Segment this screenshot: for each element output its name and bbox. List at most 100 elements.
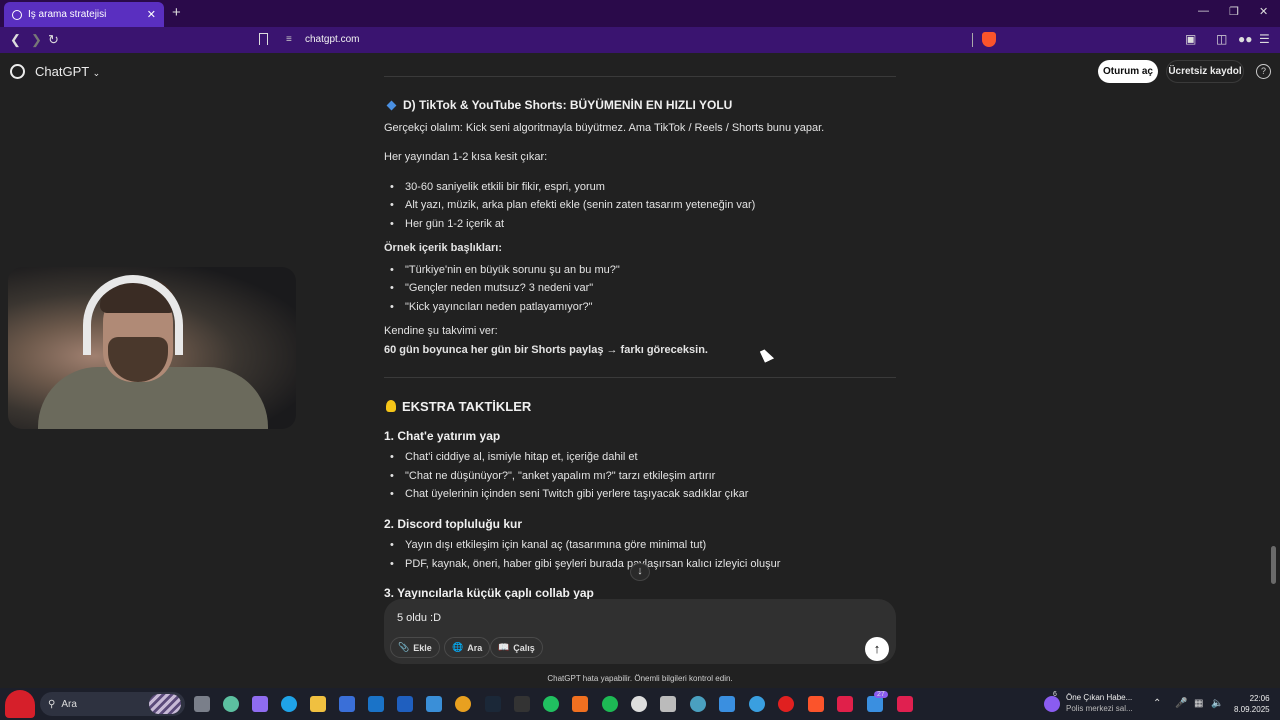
message-composer[interactable]: 5 oldu :D 📎 Ekle 🌐 Ara 📖 Çalış ↑ [384,599,896,664]
browser-icon[interactable] [690,696,706,712]
list-item: Alt yazı, müzik, arka plan efekti ekle (… [390,199,755,211]
chrome-icon[interactable] [455,696,471,712]
new-tab-button[interactable]: + [172,4,181,21]
back-icon[interactable]: ❮ [10,32,21,48]
send-button[interactable]: ↑ [865,637,889,661]
outlook-icon[interactable] [397,696,413,712]
study-button[interactable]: 📖 Çalış [490,637,543,658]
sub1-title: 1. Chat'e yatırım yap [384,429,501,443]
game-icon[interactable] [543,696,559,712]
app-icon[interactable] [897,696,913,712]
mouse-cursor-icon [759,347,775,363]
list-item: Yayın dışı etkileşim için kanal aç (tasa… [390,539,706,551]
microphone-icon[interactable]: 🎤 [1175,698,1187,709]
brave-shields-icon[interactable] [982,32,996,47]
calendar-bold: 60 gün boyunca her gün bir Shorts paylaş… [384,344,708,356]
news-subtitle: Polis merkezi sal... [1066,704,1133,713]
extra-heading: EKSTRA TAKTİKLER [386,399,531,414]
mail-icon[interactable] [368,696,384,712]
app-name: ChatGPT [35,64,89,79]
section-d-title: D) TikTok & YouTube Shorts: BÜYÜMENİN EN… [403,98,733,112]
heart-icon[interactable] [5,690,35,718]
menu-icon[interactable]: ☰ [1259,32,1270,46]
bookmark-icon[interactable] [259,33,268,45]
task-view-icon[interactable] [194,696,210,712]
site-info-icon[interactable]: ≡ [286,34,292,45]
attach-button[interactable]: 📎 Ekle [390,637,440,658]
calculator-icon[interactable] [426,696,442,712]
list-item: "Türkiye'nin en büyük sorunu şu an bu mu… [390,264,620,276]
message-input[interactable]: 5 oldu :D [397,612,441,624]
tab-active[interactable]: İş arama stratejisi ✕ [4,2,164,27]
opera-icon[interactable] [778,696,794,712]
scroll-down-button[interactable]: ↓ [630,563,650,581]
taskbar-search[interactable]: ⚲ Ara [40,692,185,716]
calendar-intro: Kendine şu takvimi ver: [384,325,498,337]
clock[interactable]: 22:06 8.09.2025 [1234,693,1270,715]
blue-diamond-icon [386,100,397,111]
chevron-down-icon: ⌄ [92,68,101,78]
file-explorer-icon[interactable] [310,696,326,712]
list-item: Chat üyelerinin içinden seni Twitch gibi… [390,488,748,500]
section-d-heading: D) TikTok & YouTube Shorts: BÜYÜMENİN EN… [384,98,732,112]
app-icon[interactable] [867,696,883,712]
login-button[interactable]: Oturum aç [1098,60,1158,83]
valorant-icon[interactable] [660,696,676,712]
attach-label: Ekle [413,642,432,653]
chevron-up-icon[interactable]: ⌃ [1153,698,1161,709]
section-d-intro: Gerçekçi olalım: Kick seni algoritmayla … [384,122,825,134]
sidebar-icon[interactable]: ◫ [1216,32,1227,46]
copilot-icon[interactable] [252,696,268,712]
wallet-icon[interactable]: ●● [1238,32,1253,46]
epic-games-icon[interactable] [514,696,530,712]
help-icon[interactable]: ? [1256,64,1271,79]
lightbulb-icon [386,400,396,412]
paperclip-icon: 📎 [398,642,410,652]
tiktok-icon[interactable] [837,696,853,712]
volume-icon[interactable]: 🔈 [1211,698,1223,709]
date: 8.09.2025 [1234,705,1270,714]
news-badge: 6 [1053,691,1057,698]
list-item: Chat'i ciddiye al, ismiyle hitap et, içe… [390,451,638,463]
network-icon[interactable]: ▦ [1194,698,1203,709]
news-widget[interactable]: Öne Çıkan Habe... Polis merkezi sal... [1066,692,1133,714]
search-icon: ⚲ [48,698,56,710]
reload-icon[interactable]: ↻ [48,32,59,48]
minimize-button[interactable]: — [1198,5,1209,17]
search-label: Ara [467,642,483,653]
globe-icon: 🌐 [452,642,464,652]
spotify-icon[interactable] [602,696,618,712]
browser-titlebar: İş arama stratejisi ✕ + — ❐ ✕ [0,0,1280,27]
url-field[interactable]: chatgpt.com [305,34,359,45]
model-selector[interactable]: ChatGPT ⌄ [35,64,100,79]
close-window-button[interactable]: ✕ [1259,5,1268,18]
edge-icon[interactable] [281,696,297,712]
windows-taskbar: ⚲ Ara 27 6 Öne Çıkan Habe... Polis merke… [0,688,1280,720]
app-icon[interactable] [223,696,239,712]
close-tab-icon[interactable]: ✕ [147,8,156,21]
scrollbar[interactable] [1271,546,1276,584]
signup-button[interactable]: Ücretsiz kaydol [1166,60,1244,83]
steam-icon[interactable] [485,696,501,712]
chatgpt-tab-icon [12,9,22,20]
forward-icon[interactable]: ❯ [31,32,42,48]
list-item: "Kick yayıncıları neden patlayamıyor?" [390,301,593,313]
sub3-title: 3. Yayıncılarla küçük çaplı collab yap [384,586,594,600]
reader-mode-icon[interactable]: ▣ [1185,32,1196,46]
divider [384,377,896,378]
app-icon[interactable] [749,696,765,712]
clip-instruction: Her yayından 1-2 kısa kesit çıkar: [384,151,548,163]
list-item: Her gün 1-2 içerik at [390,218,504,230]
sublime-icon[interactable] [572,696,588,712]
tab-title: İş arama stratejisi [28,9,107,20]
sub2-title: 2. Discord topluluğu kur [384,517,523,531]
divider [384,76,896,77]
search-button[interactable]: 🌐 Ara [444,637,491,658]
obs-icon[interactable] [631,696,647,712]
store-icon[interactable] [339,696,355,712]
time: 22:06 [1249,694,1270,703]
todo-icon[interactable] [719,696,735,712]
news-icon[interactable] [1044,696,1060,712]
brave-icon[interactable] [808,696,824,712]
restore-button[interactable]: ❐ [1229,5,1239,18]
